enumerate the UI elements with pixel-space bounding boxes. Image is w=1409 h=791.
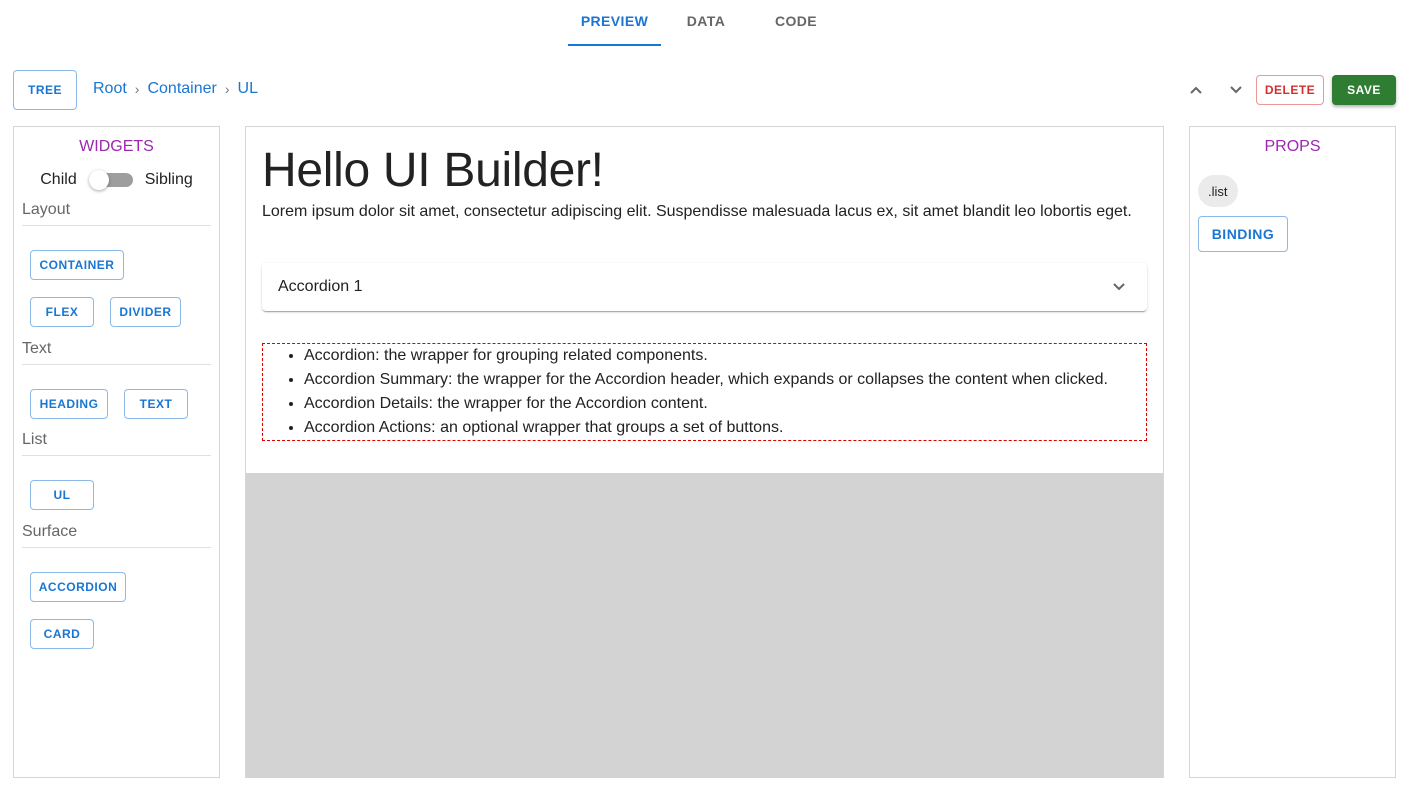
delete-button[interactable]: DELETE [1256, 75, 1324, 105]
save-button[interactable]: SAVE [1332, 75, 1396, 105]
section-label-text: Text [22, 340, 52, 357]
preview-canvas: Hello UI Builder! Lorem ipsum dolor sit … [245, 126, 1164, 778]
widgets-title: WIDGETS [79, 138, 154, 155]
chevron-down-icon [1230, 86, 1242, 94]
insert-mode-switch-row: Child Sibling [14, 169, 219, 191]
preview-heading[interactable]: Hello UI Builder! [262, 143, 604, 199]
widget-card-button[interactable]: CARD [30, 619, 94, 649]
section-divider [22, 455, 211, 456]
preview-accordion[interactable]: Accordion 1 [262, 263, 1147, 311]
widget-flex-button[interactable]: FLEX [30, 297, 94, 327]
props-panel: PROPS .list BINDING [1189, 126, 1396, 778]
selected-ul[interactable]: Accordion: the wrapper for grouping rela… [262, 343, 1147, 441]
tab-data[interactable]: DATA [661, 0, 751, 46]
switch-label-child: Child [40, 171, 77, 188]
section-label-surface: Surface [22, 523, 78, 540]
list-item: Accordion Details: the wrapper for the A… [304, 392, 1146, 416]
list-item: Accordion Summary: the wrapper for the A… [304, 368, 1146, 392]
move-up-button[interactable] [1181, 75, 1211, 105]
widget-accordion-button[interactable]: ACCORDION [30, 572, 126, 602]
props-title: PROPS [1264, 138, 1321, 155]
tab-preview[interactable]: PREVIEW [568, 0, 661, 46]
section-divider [22, 225, 211, 226]
prop-chip-list[interactable]: .list [1198, 175, 1238, 207]
preview-list: Accordion: the wrapper for grouping rela… [263, 344, 1146, 440]
list-item: Accordion Actions: an optional wrapper t… [304, 416, 1146, 440]
expand-icon[interactable] [1107, 275, 1131, 299]
widgets-panel: WIDGETS Child Sibling Layout CONTAINER F… [13, 126, 220, 778]
breadcrumb-item-ul[interactable]: UL [238, 80, 258, 98]
preview-paragraph[interactable]: Lorem ipsum dolor sit amet, consectetur … [262, 200, 1142, 224]
widget-container-button[interactable]: CONTAINER [30, 250, 124, 280]
switch-label-sibling: Sibling [144, 171, 193, 188]
tab-code[interactable]: CODE [751, 0, 841, 46]
widget-divider-button[interactable]: DIVIDER [110, 297, 181, 327]
breadcrumb-item-container[interactable]: Container [147, 80, 216, 98]
widget-heading-button[interactable]: HEADING [30, 389, 108, 419]
breadcrumb: Root › Container › UL [93, 80, 258, 98]
breadcrumb-item-root[interactable]: Root [93, 80, 127, 98]
section-label-layout: Layout [22, 201, 71, 218]
breadcrumb-separator: › [224, 81, 230, 97]
switch-thumb[interactable] [88, 170, 109, 190]
section-divider [22, 364, 211, 365]
section-label-list: List [22, 431, 47, 448]
move-down-button[interactable] [1221, 75, 1251, 105]
accordion-title: Accordion 1 [278, 278, 363, 295]
view-tabs: PREVIEW DATA CODE [568, 0, 841, 46]
breadcrumb-separator: › [134, 81, 140, 97]
chevron-down-icon [1113, 283, 1125, 291]
section-divider [22, 547, 211, 548]
insert-mode-switch[interactable] [88, 169, 133, 191]
widget-text-button[interactable]: TEXT [124, 389, 188, 419]
chevron-up-icon [1190, 86, 1202, 94]
binding-button[interactable]: BINDING [1198, 216, 1288, 252]
tree-button[interactable]: TREE [13, 70, 77, 110]
widget-ul-button[interactable]: UL [30, 480, 94, 510]
list-item: Accordion: the wrapper for grouping rela… [304, 344, 1146, 368]
root-container[interactable]: Hello UI Builder! Lorem ipsum dolor sit … [246, 127, 1163, 473]
